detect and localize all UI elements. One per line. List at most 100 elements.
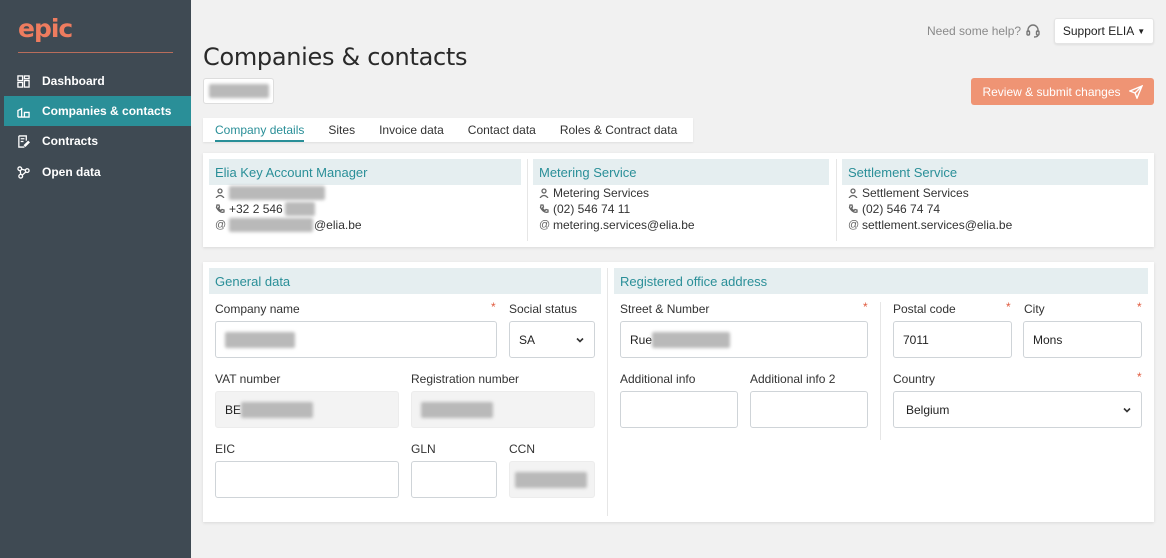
- help-text: Need some help?: [927, 23, 1022, 38]
- support-label: Support ELIA: [1062, 24, 1135, 38]
- additional-info-input[interactable]: [620, 391, 738, 428]
- vat-label: VAT number: [215, 372, 281, 386]
- ccn-label: CCN: [509, 442, 535, 456]
- address-title: Registered office address: [614, 268, 1148, 294]
- street-input[interactable]: Rue: [620, 321, 868, 358]
- social-status-label: Social status: [509, 302, 578, 316]
- contact-metering: Metering Service Metering Services (02) …: [533, 159, 829, 245]
- divider: [607, 268, 608, 516]
- sidebar: epic Dashboard Companies & contacts Cont…: [0, 0, 191, 558]
- registration-label: Registration number: [411, 372, 520, 386]
- street-label: Street & Number: [620, 302, 710, 316]
- support-dropdown[interactable]: Support ELIA ▼: [1054, 18, 1154, 44]
- city-input[interactable]: Mons: [1023, 321, 1142, 358]
- tab-company-details[interactable]: Company details: [203, 118, 316, 142]
- network-icon: [16, 165, 30, 179]
- person-icon: [539, 188, 553, 198]
- contact-phone-row: +32 2 546: [209, 201, 521, 217]
- contact-email: @elia.be: [314, 218, 362, 232]
- submit-label: Review & submit changes: [982, 84, 1121, 99]
- street-value: Rue: [630, 332, 653, 347]
- company-form-card: General data Company name * Social statu…: [203, 262, 1154, 522]
- review-submit-button[interactable]: Review & submit changes: [971, 78, 1154, 105]
- required-marker: *: [1137, 300, 1142, 314]
- redacted-name: [229, 186, 325, 200]
- contact-phone: (02) 546 74 74: [862, 202, 941, 216]
- company-name-input[interactable]: [215, 321, 497, 358]
- tab-roles-contract-data[interactable]: Roles & Contract data: [548, 118, 689, 142]
- contact-email[interactable]: settlement.services@elia.be: [862, 218, 1012, 232]
- contact-name: Metering Services: [553, 186, 650, 200]
- required-marker: *: [491, 300, 496, 314]
- redacted-company-name: [208, 84, 269, 98]
- eic-label: EIC: [215, 442, 236, 456]
- divider: [880, 302, 881, 440]
- contact-email-row: @ metering.services@elia.be: [533, 217, 829, 233]
- redacted-value: [515, 471, 587, 488]
- logo-divider: [18, 52, 173, 53]
- contact-name-row: Metering Services: [533, 185, 829, 201]
- phone-icon: [215, 204, 229, 214]
- social-status-select[interactable]: SA: [509, 321, 595, 358]
- sidebar-item-open-data[interactable]: Open data: [4, 157, 191, 187]
- contacts-card: Elia Key Account Manager +32 2 546 @ @el…: [203, 153, 1154, 247]
- person-icon: [848, 188, 862, 198]
- redacted-phone: [284, 202, 315, 216]
- postal-code-label: Postal code: [893, 302, 956, 316]
- general-data-title: General data: [209, 268, 601, 294]
- contact-title: Elia Key Account Manager: [209, 159, 521, 185]
- additional-info-label: Additional info: [620, 372, 696, 386]
- tab-invoice-data[interactable]: Invoice data: [367, 118, 456, 142]
- registration-input: [411, 391, 595, 428]
- postal-code-input[interactable]: 7011: [893, 321, 1012, 358]
- redacted-email: [229, 218, 313, 232]
- contact-name-row: Settlement Services: [842, 185, 1148, 201]
- tab-sites[interactable]: Sites: [316, 118, 367, 142]
- contact-phone: +32 2 546: [229, 202, 283, 216]
- contact-email-row: @ settlement.services@elia.be: [842, 217, 1148, 233]
- additional-info-2-input[interactable]: [750, 391, 868, 428]
- send-icon: [1128, 84, 1143, 99]
- at-icon: @: [539, 219, 551, 231]
- gln-label: GLN: [411, 442, 436, 456]
- redacted-value: [241, 401, 314, 418]
- person-icon: [215, 188, 229, 198]
- required-marker: *: [863, 300, 868, 314]
- country-select[interactable]: Belgium: [893, 391, 1142, 428]
- contact-settlement: Settlement Service Settlement Services (…: [842, 159, 1148, 245]
- vat-input: BE: [215, 391, 399, 428]
- contact-email[interactable]: metering.services@elia.be: [553, 218, 695, 232]
- sidebar-item-contracts[interactable]: Contracts: [4, 126, 191, 156]
- social-status-value: SA: [519, 332, 536, 347]
- help-link[interactable]: Need some help?: [927, 23, 1040, 38]
- chevron-down-icon: [575, 334, 585, 344]
- dashboard-icon: [16, 74, 30, 88]
- gln-input[interactable]: [411, 461, 497, 498]
- contact-phone-row: (02) 546 74 11: [533, 201, 829, 217]
- vat-value: BE: [225, 402, 242, 417]
- sidebar-item-label: Companies & contacts: [42, 104, 172, 118]
- chevron-down-icon: [1122, 404, 1132, 414]
- eic-input[interactable]: [215, 461, 399, 498]
- epic-logo[interactable]: epic: [18, 14, 73, 43]
- country-label: Country: [893, 372, 936, 386]
- city-label: City: [1024, 302, 1045, 316]
- sidebar-item-label: Contracts: [42, 134, 99, 148]
- redacted-value: [652, 331, 731, 348]
- city-value: Mons: [1033, 332, 1063, 347]
- tab-contact-data[interactable]: Contact data: [456, 118, 548, 142]
- contact-key-account: Elia Key Account Manager +32 2 546 @ @el…: [209, 159, 521, 245]
- divider: [836, 159, 837, 241]
- postal-code-value: 7011: [903, 332, 929, 347]
- country-value: Belgium: [906, 402, 950, 417]
- additional-info-2-label: Additional info 2: [750, 372, 836, 386]
- phone-icon: [539, 204, 553, 214]
- buildings-icon: [16, 104, 30, 118]
- at-icon: @: [215, 219, 227, 231]
- contact-title: Settlement Service: [842, 159, 1148, 185]
- sidebar-item-dashboard[interactable]: Dashboard: [4, 66, 191, 96]
- sidebar-item-label: Open data: [42, 165, 101, 179]
- sidebar-item-companies[interactable]: Companies & contacts: [4, 96, 191, 126]
- tab-bar: Company details Sites Invoice data Conta…: [203, 118, 693, 142]
- company-selector[interactable]: [203, 78, 274, 104]
